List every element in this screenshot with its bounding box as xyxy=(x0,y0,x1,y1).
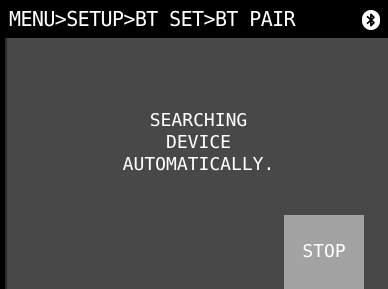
header-bar: MENU>SETUP>BT SET>BT PAIR xyxy=(0,0,388,38)
message-line: SEARCHING xyxy=(149,110,248,131)
message-line: AUTOMATICALLY. xyxy=(122,154,275,175)
stop-button[interactable]: STOP xyxy=(284,215,364,289)
breadcrumb: MENU>SETUP>BT SET>BT PAIR xyxy=(9,7,296,31)
status-message: SEARCHING DEVICE AUTOMATICALLY. xyxy=(7,110,388,176)
screen: MENU>SETUP>BT SET>BT PAIR SEARCHING DEVI… xyxy=(0,0,388,289)
bluetooth-icon xyxy=(362,10,380,30)
main-panel: SEARCHING DEVICE AUTOMATICALLY. STOP xyxy=(5,38,388,289)
message-line: DEVICE xyxy=(165,132,232,153)
